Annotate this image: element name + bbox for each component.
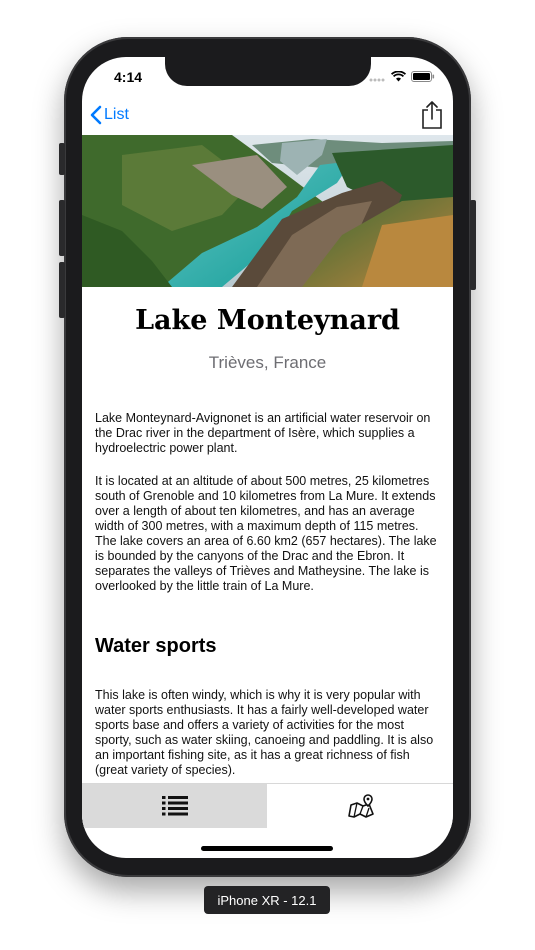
- volume-down-button: [59, 262, 65, 318]
- chevron-left-icon: [90, 105, 102, 125]
- mute-switch: [59, 143, 65, 175]
- status-icons: [369, 71, 435, 82]
- signal-icon: [369, 78, 385, 81]
- list-icon: [161, 796, 188, 816]
- description-paragraph-2: It is located at an altitude of about 50…: [95, 474, 437, 593]
- back-button-label: List: [104, 106, 129, 123]
- description-paragraph-3: This lake is often windy, which is why i…: [95, 688, 434, 777]
- place-detail-content[interactable]: Lake Monteynard Trièves, France Lake Mon…: [82, 287, 453, 783]
- share-icon: [422, 101, 442, 129]
- simulator-device-label: iPhone XR - 12.1: [204, 886, 330, 914]
- status-time: 4:14: [114, 69, 143, 85]
- tab-bar: [82, 783, 453, 828]
- map-pin-icon: [347, 794, 374, 818]
- section-heading-water-sports: Water sports: [95, 635, 217, 657]
- battery-icon: [411, 71, 435, 82]
- place-title: Lake Monteynard: [135, 305, 400, 336]
- home-indicator: [201, 846, 333, 851]
- phone-screen: 4:14 List Lake Monteynard Trièves, Franc…: [82, 57, 453, 858]
- share-button[interactable]: [421, 101, 443, 134]
- volume-up-button: [59, 200, 65, 256]
- navigation-bar: List: [82, 101, 453, 135]
- hero-image: [82, 135, 453, 287]
- notch: [165, 57, 371, 86]
- description-paragraph-1: Lake Monteynard-Avignonet is an artifici…: [95, 411, 431, 455]
- tab-map[interactable]: [268, 784, 453, 828]
- power-button: [470, 200, 476, 290]
- place-subtitle: Trièves, France: [208, 353, 327, 372]
- back-button[interactable]: List: [90, 105, 129, 125]
- wifi-icon: [391, 71, 406, 82]
- tab-list[interactable]: [82, 784, 267, 828]
